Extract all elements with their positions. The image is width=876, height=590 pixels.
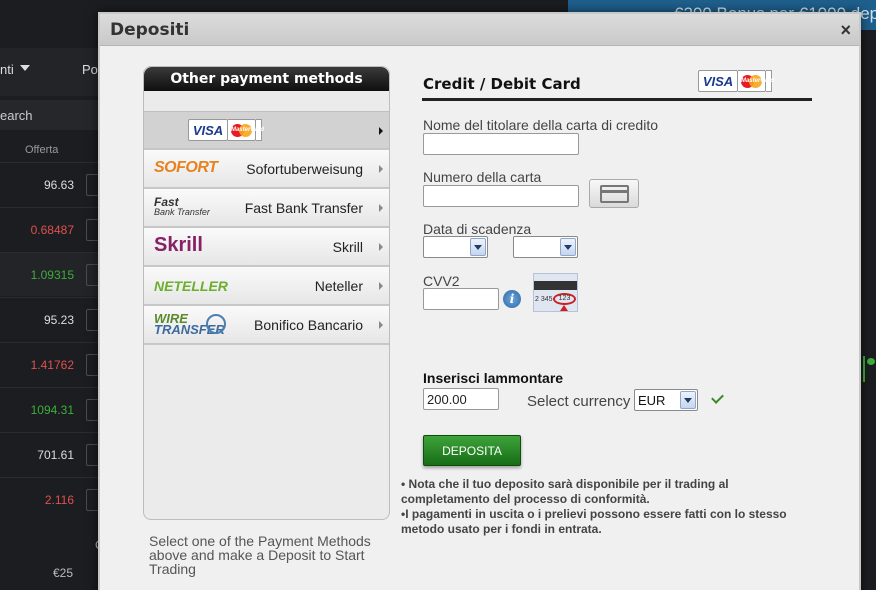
- quote-value: 1.41762: [30, 358, 74, 372]
- method-sofort[interactable]: SOFORT Sofortuberweisung: [144, 150, 389, 189]
- bottom-info: C €25: [0, 536, 104, 590]
- payment-methods-panel: Other payment methods VISA MasterCard SO…: [143, 66, 390, 520]
- visa-logo: VISA: [188, 119, 228, 141]
- visa-mastercard-logo: VISA MasterCard: [188, 119, 264, 141]
- chart-candle: [863, 356, 875, 382]
- expiry-year-select[interactable]: [513, 236, 578, 258]
- method-label: Neteller: [314, 278, 363, 294]
- cvv-example-image: 2 345 123: [533, 273, 578, 312]
- quote-value: 1.09315: [30, 268, 74, 282]
- deposit-button[interactable]: DEPOSITA: [423, 435, 521, 466]
- dialog-header: Depositi ×: [100, 14, 859, 46]
- chevron-right-icon: [379, 282, 383, 290]
- method-label: Sofortuberweisung: [246, 161, 363, 177]
- credit-card-icon[interactable]: [589, 179, 639, 208]
- chevron-right-icon: [379, 204, 383, 212]
- quote-row[interactable]: 95.23: [0, 297, 100, 341]
- cardholder-input[interactable]: [423, 133, 579, 155]
- nav-item[interactable]: Po: [82, 62, 98, 77]
- visa-logo: VISA: [698, 70, 738, 92]
- divider: [422, 98, 812, 101]
- fast-bank-transfer-logo: Fast Bank Transfer: [154, 195, 210, 217]
- note-2: •I pagamenti in uscita o i prelievi poss…: [401, 507, 787, 536]
- chevron-right-icon: [379, 321, 383, 329]
- method-wire-transfer[interactable]: WIRE TRANSFER Bonifico Bancario: [144, 306, 389, 345]
- mastercard-logo: MasterCard: [228, 119, 264, 141]
- methods-hint: Select one of the Payment Methods above …: [149, 533, 371, 577]
- quote-value: 701.61: [37, 448, 74, 462]
- quote-row[interactable]: 0.68487: [0, 207, 100, 251]
- mastercard-logo: MasterCard: [738, 70, 774, 92]
- cvv-label: CVV2: [423, 273, 460, 289]
- currency-value: EUR: [638, 393, 666, 408]
- neteller-logo: NETELLER: [154, 278, 228, 294]
- sofort-logo: SOFORT: [154, 159, 218, 176]
- quote-value: 0.68487: [30, 223, 74, 237]
- amount-title: Inserisci lammontare: [423, 370, 564, 386]
- column-header: Offerta: [0, 138, 100, 162]
- method-skrill[interactable]: Skrill Skrill: [144, 228, 389, 267]
- chevron-down-icon: [680, 391, 696, 409]
- cvv-input[interactable]: [423, 288, 499, 310]
- method-neteller[interactable]: NETELLER Neteller: [144, 267, 389, 306]
- quote-value: 1094.31: [30, 403, 74, 417]
- quote-row[interactable]: 1.09315: [0, 252, 100, 296]
- currency-select[interactable]: EUR: [634, 389, 698, 411]
- top-bar: nti Po: [0, 48, 100, 96]
- payment-methods-header: Other payment methods: [144, 67, 389, 91]
- info-icon[interactable]: i: [503, 290, 521, 308]
- column-header-label: Offerta: [25, 144, 59, 156]
- form-title: Credit / Debit Card: [423, 75, 581, 93]
- cvv-example-code: 123: [553, 293, 576, 305]
- dialog-title: Depositi: [110, 20, 190, 40]
- instrument-dropdown[interactable]: nti: [0, 62, 14, 77]
- chevron-right-icon: [379, 127, 383, 135]
- quote-row[interactable]: 1.41762: [0, 342, 100, 386]
- currency-label: Select currency: [527, 393, 631, 410]
- method-label: Fast Bank Transfer: [244, 200, 363, 216]
- chevron-right-icon: [379, 243, 383, 251]
- visa-mastercard-logo: VISA MasterCard: [698, 70, 774, 92]
- expiry-month-select[interactable]: [423, 236, 488, 258]
- close-icon[interactable]: ×: [840, 20, 851, 41]
- card-number-input[interactable]: [423, 185, 579, 207]
- expiry-label: Data di scadenza: [423, 221, 532, 237]
- deposit-dialog: Depositi × Other payment methods VISA Ma…: [98, 12, 861, 590]
- bottom-amount: €25: [53, 566, 74, 580]
- note-1: • Nota che il tuo deposito sarà disponib…: [401, 477, 729, 506]
- quote-row[interactable]: 1094.31: [0, 387, 100, 431]
- deposit-notes: • Nota che il tuo deposito sarà disponib…: [401, 477, 801, 537]
- quote-value: 95.23: [43, 313, 74, 327]
- method-fast-bank-transfer[interactable]: Fast Bank Transfer Fast Bank Transfer: [144, 189, 389, 228]
- chevron-down-icon: [470, 238, 486, 256]
- chevron-down-icon[interactable]: [20, 65, 30, 71]
- search-input[interactable]: earch: [0, 100, 100, 130]
- amount-input[interactable]: [423, 388, 499, 410]
- method-label: Bonifico Bancario: [254, 317, 363, 333]
- method-label: Skrill: [332, 239, 363, 255]
- spacer: [144, 91, 389, 111]
- quote-value: 2.116: [44, 493, 74, 507]
- quote-row[interactable]: 96.63: [0, 162, 100, 206]
- quote-value: 96.63: [43, 178, 74, 192]
- chevron-right-icon: [379, 165, 383, 173]
- quote-row[interactable]: 2.116: [0, 477, 100, 521]
- quote-row[interactable]: 701.61: [0, 432, 100, 476]
- skrill-logo: Skrill: [154, 234, 203, 256]
- chevron-down-icon: [560, 238, 576, 256]
- method-credit-card[interactable]: VISA MasterCard: [144, 111, 389, 150]
- cardholder-label: Nome del titolare della carta di credito: [423, 117, 659, 133]
- check-icon: [711, 391, 724, 404]
- card-number-label: Numero della carta: [423, 169, 542, 185]
- globe-icon: [206, 314, 226, 334]
- cvv-example-number: 2 345: [535, 296, 553, 303]
